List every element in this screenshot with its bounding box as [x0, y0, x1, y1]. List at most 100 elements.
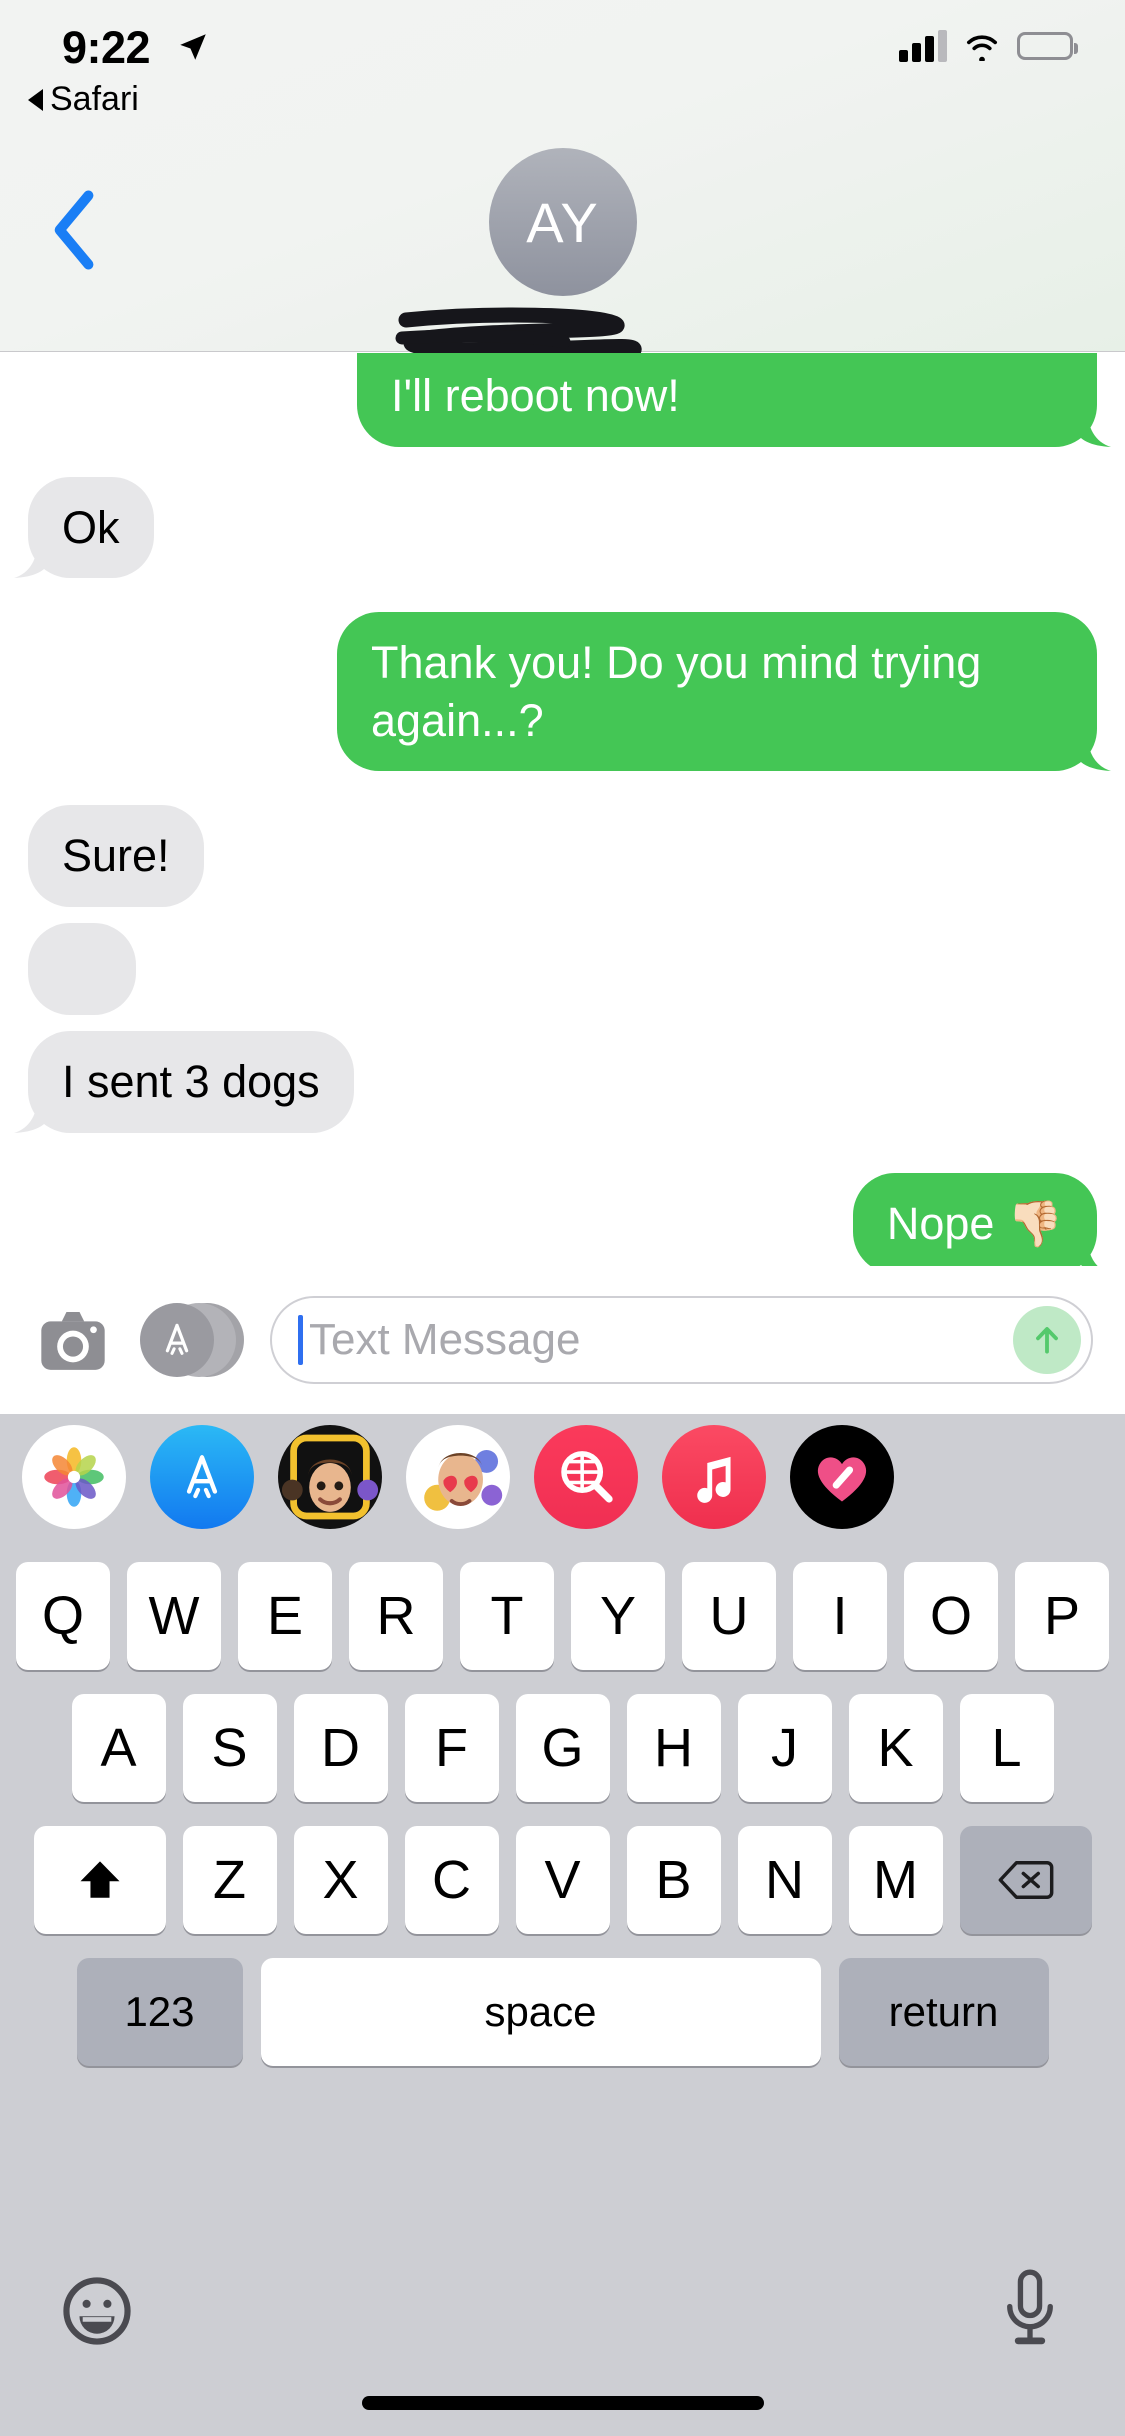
message-row: [0, 922, 1125, 1015]
bubble-tail-icon: [1075, 1233, 1098, 1266]
key-u[interactable]: U: [682, 1562, 776, 1670]
music-app-icon[interactable]: [662, 1425, 766, 1529]
avatar-initials: AY: [526, 190, 599, 254]
message-text-field[interactable]: Text Message: [270, 1296, 1093, 1384]
message-text: Thank you! Do you mind trying again...?: [371, 637, 982, 746]
key-a[interactable]: A: [71, 1694, 166, 1802]
key-r[interactable]: R: [349, 1562, 443, 1670]
back-to-safari-button[interactable]: Safari: [28, 80, 139, 119]
onscreen-keyboard[interactable]: Q W E R T Y U I O P A S D F G H J K L Z …: [0, 1540, 1125, 2436]
keyboard-row-4: 123 space return: [0, 1934, 1125, 2066]
app-store-app-icon[interactable]: [150, 1425, 254, 1529]
dictation-key[interactable]: [995, 2266, 1065, 2356]
send-arrow-up-icon: [1036, 1327, 1058, 1354]
key-l[interactable]: L: [959, 1694, 1054, 1802]
message-text: I sent 3 dogs: [62, 1055, 320, 1107]
message-row: Sure!: [0, 805, 1125, 907]
microphone-icon: [1007, 2269, 1053, 2345]
send-button[interactable]: [1013, 1306, 1081, 1374]
return-key[interactable]: return: [838, 1958, 1049, 2066]
shift-key[interactable]: [33, 1826, 166, 1934]
message-thread[interactable]: I'll reboot now! Ok Thank you! Do you mi…: [0, 353, 1125, 1266]
message-text: Sure!: [62, 830, 170, 882]
message-input-placeholder: Text Message: [309, 1315, 581, 1364]
wifi-icon: [967, 35, 997, 61]
home-indicator[interactable]: [361, 2396, 764, 2410]
digital-touch-app-icon[interactable]: [790, 1425, 894, 1529]
bubble-tail-icon: [14, 1091, 50, 1133]
keyboard-row-2: A S D F G H J K L: [0, 1670, 1125, 1802]
conversation-header: 9:22 Safari AY: [0, 0, 1125, 374]
key-g[interactable]: G: [515, 1694, 610, 1802]
key-j[interactable]: J: [737, 1694, 832, 1802]
numbers-key[interactable]: 123: [76, 1958, 243, 2066]
status-indicators: [899, 30, 1078, 62]
key-t[interactable]: T: [460, 1562, 554, 1670]
cellular-signal-icon: [899, 30, 947, 62]
key-z[interactable]: Z: [182, 1826, 277, 1934]
camera-button[interactable]: [32, 1299, 114, 1381]
message-bubble-incoming[interactable]: Sure!: [28, 805, 204, 907]
message-bubble-incoming-empty[interactable]: [28, 922, 136, 1015]
message-text: Ok: [62, 501, 120, 553]
messages-screen: 9:22 Safari AY I'll reboot now! Ok Thank…: [0, 0, 1125, 2436]
keyboard-row-1: Q W E R T Y U I O P: [0, 1540, 1125, 1670]
message-bubble-incoming[interactable]: I sent 3 dogs: [14, 1030, 354, 1133]
camera-icon: [41, 1312, 105, 1370]
key-p[interactable]: P: [1015, 1562, 1109, 1670]
text-cursor: [298, 1315, 303, 1365]
key-m[interactable]: M: [848, 1826, 943, 1934]
key-x[interactable]: X: [293, 1826, 388, 1934]
avatar[interactable]: AY: [488, 148, 637, 296]
key-e[interactable]: E: [238, 1562, 332, 1670]
status-time: 9:22: [62, 22, 151, 73]
key-o[interactable]: O: [904, 1562, 998, 1670]
message-row: Thank you! Do you mind trying again...?: [0, 612, 1125, 772]
keyboard-bottom-bar: [0, 2236, 1125, 2436]
message-row: I sent 3 dogs: [0, 1030, 1125, 1133]
delete-backspace-icon: [998, 1861, 1053, 1899]
emoji-key[interactable]: [58, 2272, 136, 2350]
message-bubble-outgoing[interactable]: I'll reboot now!: [357, 353, 1111, 447]
contact-header[interactable]: AY: [0, 148, 1125, 374]
memoji-app-icon[interactable]: [278, 1425, 382, 1529]
message-text: Nope 👎🏻: [886, 1197, 1063, 1249]
photos-app-icon[interactable]: [22, 1425, 126, 1529]
message-bubble-incoming[interactable]: Ok: [14, 476, 154, 579]
key-d[interactable]: D: [293, 1694, 388, 1802]
delete-key[interactable]: [959, 1826, 1092, 1934]
message-bubble-outgoing[interactable]: Thank you! Do you mind trying again...?: [337, 612, 1111, 772]
key-c[interactable]: C: [404, 1826, 499, 1934]
key-h[interactable]: H: [626, 1694, 721, 1802]
key-k[interactable]: K: [848, 1694, 943, 1802]
message-row: I'll reboot now!: [0, 353, 1125, 447]
app-store-icon: [165, 1323, 189, 1355]
imessage-app-drawer[interactable]: [0, 1414, 1125, 1540]
message-text: I'll reboot now!: [391, 370, 680, 421]
back-to-safari-label: Safari: [50, 80, 139, 118]
key-n[interactable]: N: [737, 1826, 832, 1934]
key-y[interactable]: Y: [571, 1562, 665, 1670]
key-s[interactable]: S: [182, 1694, 277, 1802]
bubble-tail-icon: [1075, 730, 1111, 772]
keyboard-row-3: Z X C V B N M: [0, 1802, 1125, 1934]
space-key[interactable]: space: [260, 1958, 821, 2066]
message-input-bar: Text Message: [0, 1266, 1125, 1414]
images-search-app-icon[interactable]: [534, 1425, 638, 1529]
battery-icon: [1017, 32, 1078, 60]
key-q[interactable]: Q: [16, 1562, 110, 1670]
message-row: Nope 👎🏻: [0, 1172, 1125, 1266]
key-b[interactable]: B: [626, 1826, 721, 1934]
key-i[interactable]: I: [793, 1562, 887, 1670]
key-w[interactable]: W: [127, 1562, 221, 1670]
triangle-left-icon: [28, 88, 43, 111]
message-bubble-outgoing[interactable]: Nope 👎🏻: [852, 1172, 1098, 1266]
key-v[interactable]: V: [515, 1826, 610, 1934]
bubble-tail-icon: [1075, 405, 1111, 447]
key-f[interactable]: F: [404, 1694, 499, 1802]
emoji-smiley-icon: [63, 2277, 131, 2345]
app-store-button[interactable]: [140, 1299, 244, 1381]
shift-up-arrow-icon: [80, 1861, 119, 1898]
location-arrow-icon: [180, 34, 206, 60]
memoji-stickers-app-icon[interactable]: [406, 1425, 510, 1529]
